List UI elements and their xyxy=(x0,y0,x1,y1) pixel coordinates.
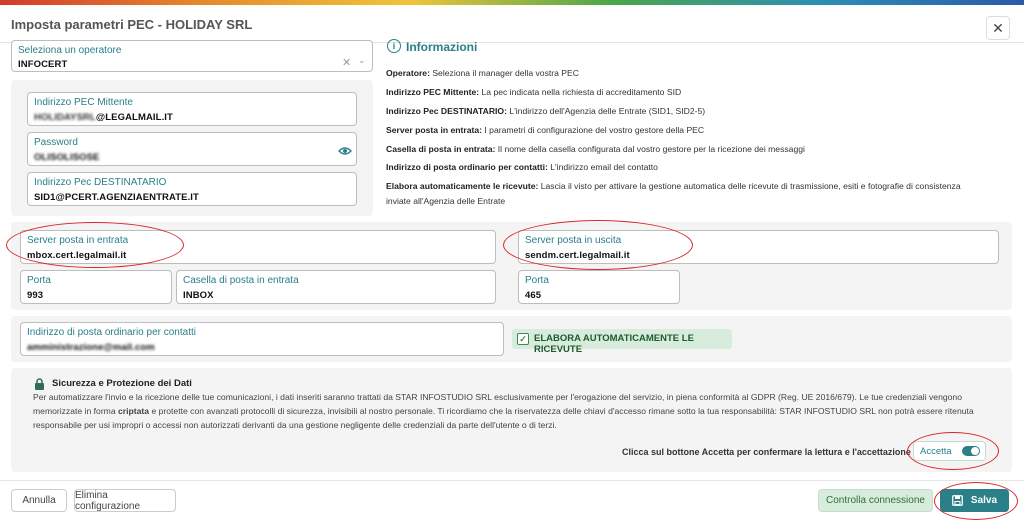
security-text: Per automatizzare l'invio e la ricezione… xyxy=(33,392,974,430)
chevron-down-icon[interactable]: ⌄ xyxy=(358,55,366,66)
info-line: Operatore: Seleziona il manager della vo… xyxy=(386,68,579,78)
incoming-port-field[interactable]: Porta 993 xyxy=(20,270,172,304)
info-icon: i xyxy=(387,39,401,53)
outgoing-port-label: Porta xyxy=(525,275,549,286)
annotation-oval-accept xyxy=(907,432,999,470)
auto-process-label: ELABORA AUTOMATICAMENTE LE RICEVUTE xyxy=(534,333,694,355)
dialog-title: Imposta parametri PEC - HOLIDAY SRL xyxy=(11,17,253,32)
check-icon: ✓ xyxy=(517,333,529,345)
annotation-oval-outgoing-server xyxy=(503,220,693,270)
info-title: Informazioni xyxy=(406,40,478,54)
lock-icon xyxy=(35,378,44,390)
clear-icon[interactable]: ✕ xyxy=(342,56,351,69)
pec-recipient-label: Indirizzo Pec DESTINATARIO xyxy=(34,177,167,188)
password-value: OLISOLISOSE xyxy=(34,152,100,163)
inbox-field[interactable]: Casella di posta in entrata INBOX xyxy=(176,270,496,304)
eye-icon[interactable] xyxy=(338,146,352,156)
operator-select-value: INFOCERT xyxy=(18,59,68,70)
outgoing-port-field[interactable]: Porta 465 xyxy=(518,270,680,304)
pec-recipient-field[interactable]: Indirizzo Pec DESTINATARIO SID1@PCERT.AG… xyxy=(27,172,357,206)
test-connection-button[interactable]: Controlla connessione xyxy=(818,489,933,512)
contact-email-value: amministrazione@mail.com xyxy=(27,342,155,353)
delete-config-button[interactable]: Elimina configurazione xyxy=(74,489,176,512)
operator-select[interactable]: Seleziona un operatore INFOCERT ✕ ⌄ xyxy=(11,40,373,72)
inbox-value: INBOX xyxy=(183,290,214,301)
close-icon: ✕ xyxy=(992,19,1004,36)
password-field[interactable]: Password OLISOLISOSE xyxy=(27,132,357,166)
info-line: Elabora automaticamente le ricevute: Las… xyxy=(386,181,961,191)
incoming-port-value: 993 xyxy=(27,290,44,301)
incoming-port-label: Porta xyxy=(27,275,51,286)
pec-sender-field[interactable]: Indirizzo PEC Mittente HOLIDAYSRL@LEGALM… xyxy=(27,92,357,126)
accept-prompt: Clicca sul bottone Accetta per confermar… xyxy=(622,447,911,457)
footer-divider xyxy=(0,480,1024,481)
info-line: Indirizzo PEC Mittente: La pec indicata … xyxy=(386,87,682,97)
info-line: Casella di posta in entrata: Il nome del… xyxy=(386,144,805,154)
dialog-header: Imposta parametri PEC - HOLIDAY SRL ✕ xyxy=(0,5,1024,43)
close-button[interactable]: ✕ xyxy=(986,16,1010,40)
annotation-oval-incoming-server xyxy=(6,222,184,268)
cancel-button[interactable]: Annulla xyxy=(11,489,67,512)
auto-process-checkbox[interactable]: ✓ ELABORA AUTOMATICAMENTE LE RICEVUTE xyxy=(512,329,732,355)
pec-sender-label: Indirizzo PEC Mittente xyxy=(34,97,133,108)
annotation-oval-save xyxy=(934,482,1018,520)
info-line: Indirizzo Pec DESTINATARIO: L'indirizzo … xyxy=(386,106,706,116)
contact-email-field[interactable]: Indirizzo di posta ordinario per contatt… xyxy=(20,322,504,356)
contact-email-label: Indirizzo di posta ordinario per contatt… xyxy=(27,327,196,338)
info-line: Server posta in entrata: I parametri di … xyxy=(386,125,705,135)
operator-select-label: Seleziona un operatore xyxy=(18,45,122,56)
info-line: Indirizzo di posta ordinario per contatt… xyxy=(386,162,658,172)
password-label: Password xyxy=(34,137,78,148)
info-line: inviate all'Agenzia delle Entrate xyxy=(386,196,506,206)
pec-recipient-value: SID1@PCERT.AGENZIAENTRATE.IT xyxy=(34,192,199,203)
pec-sender-value-suffix: @LEGALMAIL.IT xyxy=(95,112,173,123)
pec-sender-value: HOLIDAYSRL@LEGALMAIL.IT xyxy=(34,112,173,123)
security-title: Sicurezza e Protezione dei Dati xyxy=(52,378,192,389)
inbox-label: Casella di posta in entrata xyxy=(183,275,299,286)
outgoing-port-value: 465 xyxy=(525,290,542,301)
pec-sender-value-blurred: HOLIDAYSRL xyxy=(34,112,96,123)
